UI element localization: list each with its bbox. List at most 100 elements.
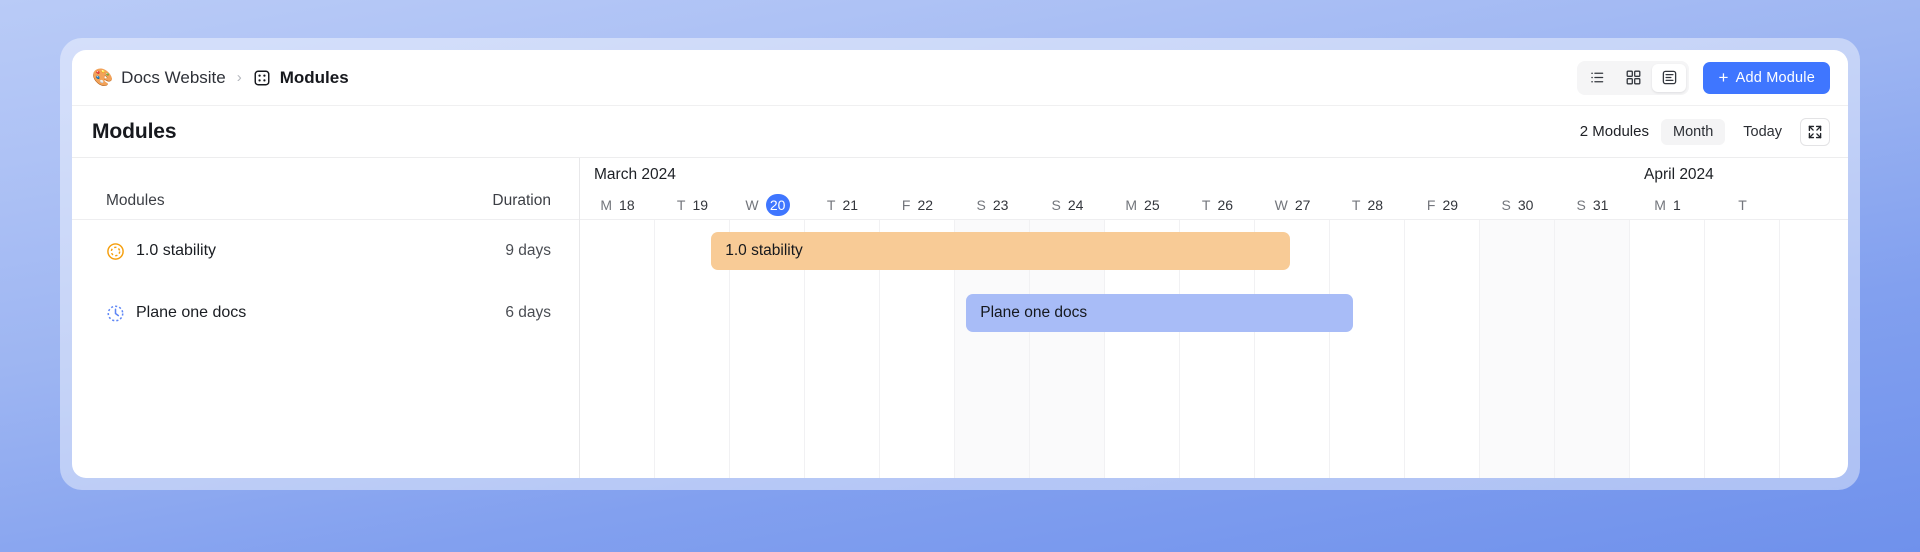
breadcrumb-item-modules[interactable]: Modules xyxy=(253,68,349,88)
day-number-label: 18 xyxy=(619,196,635,213)
breadcrumb-project-label: Docs Website xyxy=(121,67,226,87)
day-number-label: 21 xyxy=(842,196,859,213)
day-number-label: 24 xyxy=(1067,196,1084,213)
day-of-week-label: S xyxy=(1576,196,1586,213)
app-backdrop-frame: 🎨 Docs Website › Modules + Add Module Mo… xyxy=(60,38,1860,490)
module-backlog-circle-icon xyxy=(106,242,125,261)
today-button[interactable]: Today xyxy=(1737,119,1788,145)
day-of-week-label: S xyxy=(976,196,986,213)
module-row-main: 1.0 stability xyxy=(106,242,216,261)
gantt-bar[interactable]: Plane one docs xyxy=(966,294,1353,332)
timeline-day-cell: W 27 xyxy=(1255,190,1330,219)
timeline-day-cell: S 31 xyxy=(1555,190,1630,219)
timeline-day-cell: T 26 xyxy=(1180,190,1255,219)
expand-fullscreen-icon xyxy=(1807,124,1823,140)
grid-view-icon xyxy=(1625,69,1642,86)
day-number-label: 22 xyxy=(917,196,934,213)
day-of-week-label: M xyxy=(1125,196,1138,213)
timeline-day-cell: T 28 xyxy=(1330,190,1405,219)
day-number-label: 28 xyxy=(1367,196,1384,213)
timeline-day-cell: T 19 xyxy=(655,190,730,219)
gantt-bar-label: 1.0 stability xyxy=(725,242,803,259)
plus-icon: + xyxy=(1718,67,1729,87)
gantt-bar-label: Plane one docs xyxy=(980,304,1088,321)
timeline-day-cell: F 22 xyxy=(880,190,955,219)
day-of-week-label: W xyxy=(745,196,759,213)
view-btn-gantt[interactable] xyxy=(1652,63,1687,92)
day-number-label: 27 xyxy=(1294,196,1311,213)
timeline-day-header: M 18 T 19 W 20 T 21 F 22 S 23 S 24 M 25 T 26 W 27 T 28 F 29 S 30 S… xyxy=(580,190,1848,220)
day-number-label: 20 xyxy=(765,193,790,216)
timeline-day-cell: T 21 xyxy=(805,190,880,219)
breadcrumb-item-project[interactable]: 🎨 Docs Website xyxy=(92,68,226,88)
timeline-day-cell: T xyxy=(1705,190,1780,219)
breadcrumb-current-label: Modules xyxy=(279,67,349,87)
column-header-modules: Modules xyxy=(106,192,165,209)
day-of-week-label: M xyxy=(1654,196,1666,213)
timeline-day-cell: M 25 xyxy=(1105,190,1180,219)
day-of-week-label: F xyxy=(901,196,911,213)
day-number-label: 29 xyxy=(1442,196,1459,213)
day-of-week-label: S xyxy=(1051,196,1061,213)
page-title: Modules xyxy=(92,119,177,143)
module-duration: 9 days xyxy=(505,242,551,259)
day-number-label: 23 xyxy=(992,196,1009,213)
day-number-label: 1 xyxy=(1672,196,1681,213)
modules-icon xyxy=(253,68,272,87)
day-number-label: 30 xyxy=(1517,196,1534,213)
page-subheader: Modules 2 Modules Month Today xyxy=(72,106,1848,158)
timeline-day-cell: W 20 xyxy=(730,190,805,219)
view-btn-list[interactable] xyxy=(1580,64,1614,92)
add-module-label: Add Module xyxy=(1735,69,1815,86)
gantt-timeline[interactable]: March 2024 April 2024 M 18 T 19 W 20 T 21 F 22 S 23 S… xyxy=(580,158,1848,478)
day-number-label: 26 xyxy=(1217,196,1234,213)
day-of-week-label: W xyxy=(1274,196,1288,213)
table-row[interactable]: 1.0 stability 9 days xyxy=(72,220,579,282)
view-btn-board[interactable] xyxy=(1616,64,1650,92)
day-of-week-label: T xyxy=(1201,196,1211,213)
timeline-month-header: March 2024 April 2024 xyxy=(580,158,1848,190)
day-number-label: 31 xyxy=(1592,196,1609,213)
gantt-bar[interactable]: 1.0 stability xyxy=(711,232,1291,270)
subheader-actions: 2 Modules Month Today xyxy=(1579,117,1830,146)
gantt-view-icon xyxy=(1661,69,1678,86)
timeline-bars: 1.0 stability Plane one docs xyxy=(580,220,1848,478)
day-of-week-label: S xyxy=(1501,196,1511,213)
module-count-label: 2 Modules xyxy=(1579,123,1649,140)
timescale-month-button[interactable]: Month xyxy=(1660,118,1726,145)
timeline-month-label: April 2024 xyxy=(1644,166,1714,183)
palette-emoji-icon: 🎨 xyxy=(92,68,114,87)
top-toolbar-actions: + Add Module xyxy=(1577,60,1830,95)
fullscreen-button[interactable] xyxy=(1800,117,1830,146)
list-view-icon xyxy=(1589,69,1606,86)
chevron-right-icon: › xyxy=(236,69,242,86)
timeline-day-cell: S 24 xyxy=(1030,190,1105,219)
module-row-main: Plane one docs xyxy=(106,304,246,323)
day-of-week-label: T xyxy=(826,196,836,213)
gantt-sidebar: Modules Duration 1.0 stability 9 days Pl… xyxy=(72,158,580,478)
day-of-week-label: T xyxy=(1351,196,1361,213)
timeline-day-cell: S 30 xyxy=(1480,190,1555,219)
table-row[interactable]: Plane one docs 6 days xyxy=(72,282,579,344)
timeline-month-label: March 2024 xyxy=(594,166,676,183)
module-duration: 6 days xyxy=(505,304,551,321)
timeline-grid: 1.0 stability Plane one docs xyxy=(580,220,1848,478)
gantt-sidebar-header: Modules Duration xyxy=(72,158,579,220)
day-of-week-label: M xyxy=(600,196,613,213)
day-number-label: 19 xyxy=(692,196,709,213)
module-name: 1.0 stability xyxy=(136,242,217,259)
day-of-week-label: T xyxy=(1738,196,1747,213)
view-mode-toggle-group xyxy=(1577,60,1690,95)
breadcrumb: 🎨 Docs Website › Modules xyxy=(92,68,349,88)
column-header-duration: Duration xyxy=(492,192,551,209)
app-window: 🎨 Docs Website › Modules + Add Module Mo… xyxy=(72,50,1848,478)
module-in-progress-clock-icon xyxy=(106,304,125,323)
timeline-day-cell: F 29 xyxy=(1405,190,1480,219)
top-toolbar: 🎨 Docs Website › Modules + Add Module xyxy=(72,50,1848,106)
day-of-week-label: T xyxy=(676,196,686,213)
gantt-chart: Modules Duration 1.0 stability 9 days Pl… xyxy=(72,158,1848,478)
add-module-button[interactable]: + Add Module xyxy=(1703,61,1830,94)
module-name: Plane one docs xyxy=(136,304,247,321)
timeline-day-cell: M 18 xyxy=(580,190,655,219)
day-number-label: 25 xyxy=(1144,196,1160,213)
